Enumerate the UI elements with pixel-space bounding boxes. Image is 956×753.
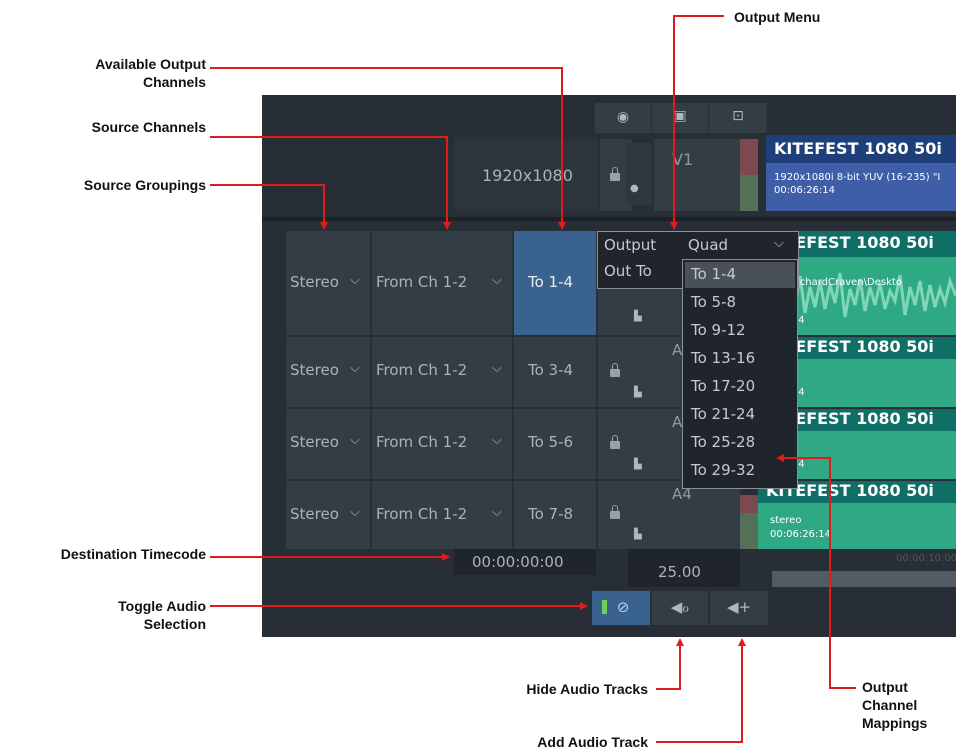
arrow-source-channels xyxy=(210,136,451,230)
arrow-add-audio-track xyxy=(656,638,746,743)
arrow-available-output-channels xyxy=(210,67,566,230)
arrow-source-groupings xyxy=(210,184,328,230)
arrow-output-menu xyxy=(670,15,724,230)
annotation-arrows xyxy=(210,15,856,743)
arrow-output-channel-mappings xyxy=(776,454,856,689)
arrow-hide-audio-tracks xyxy=(656,638,684,690)
